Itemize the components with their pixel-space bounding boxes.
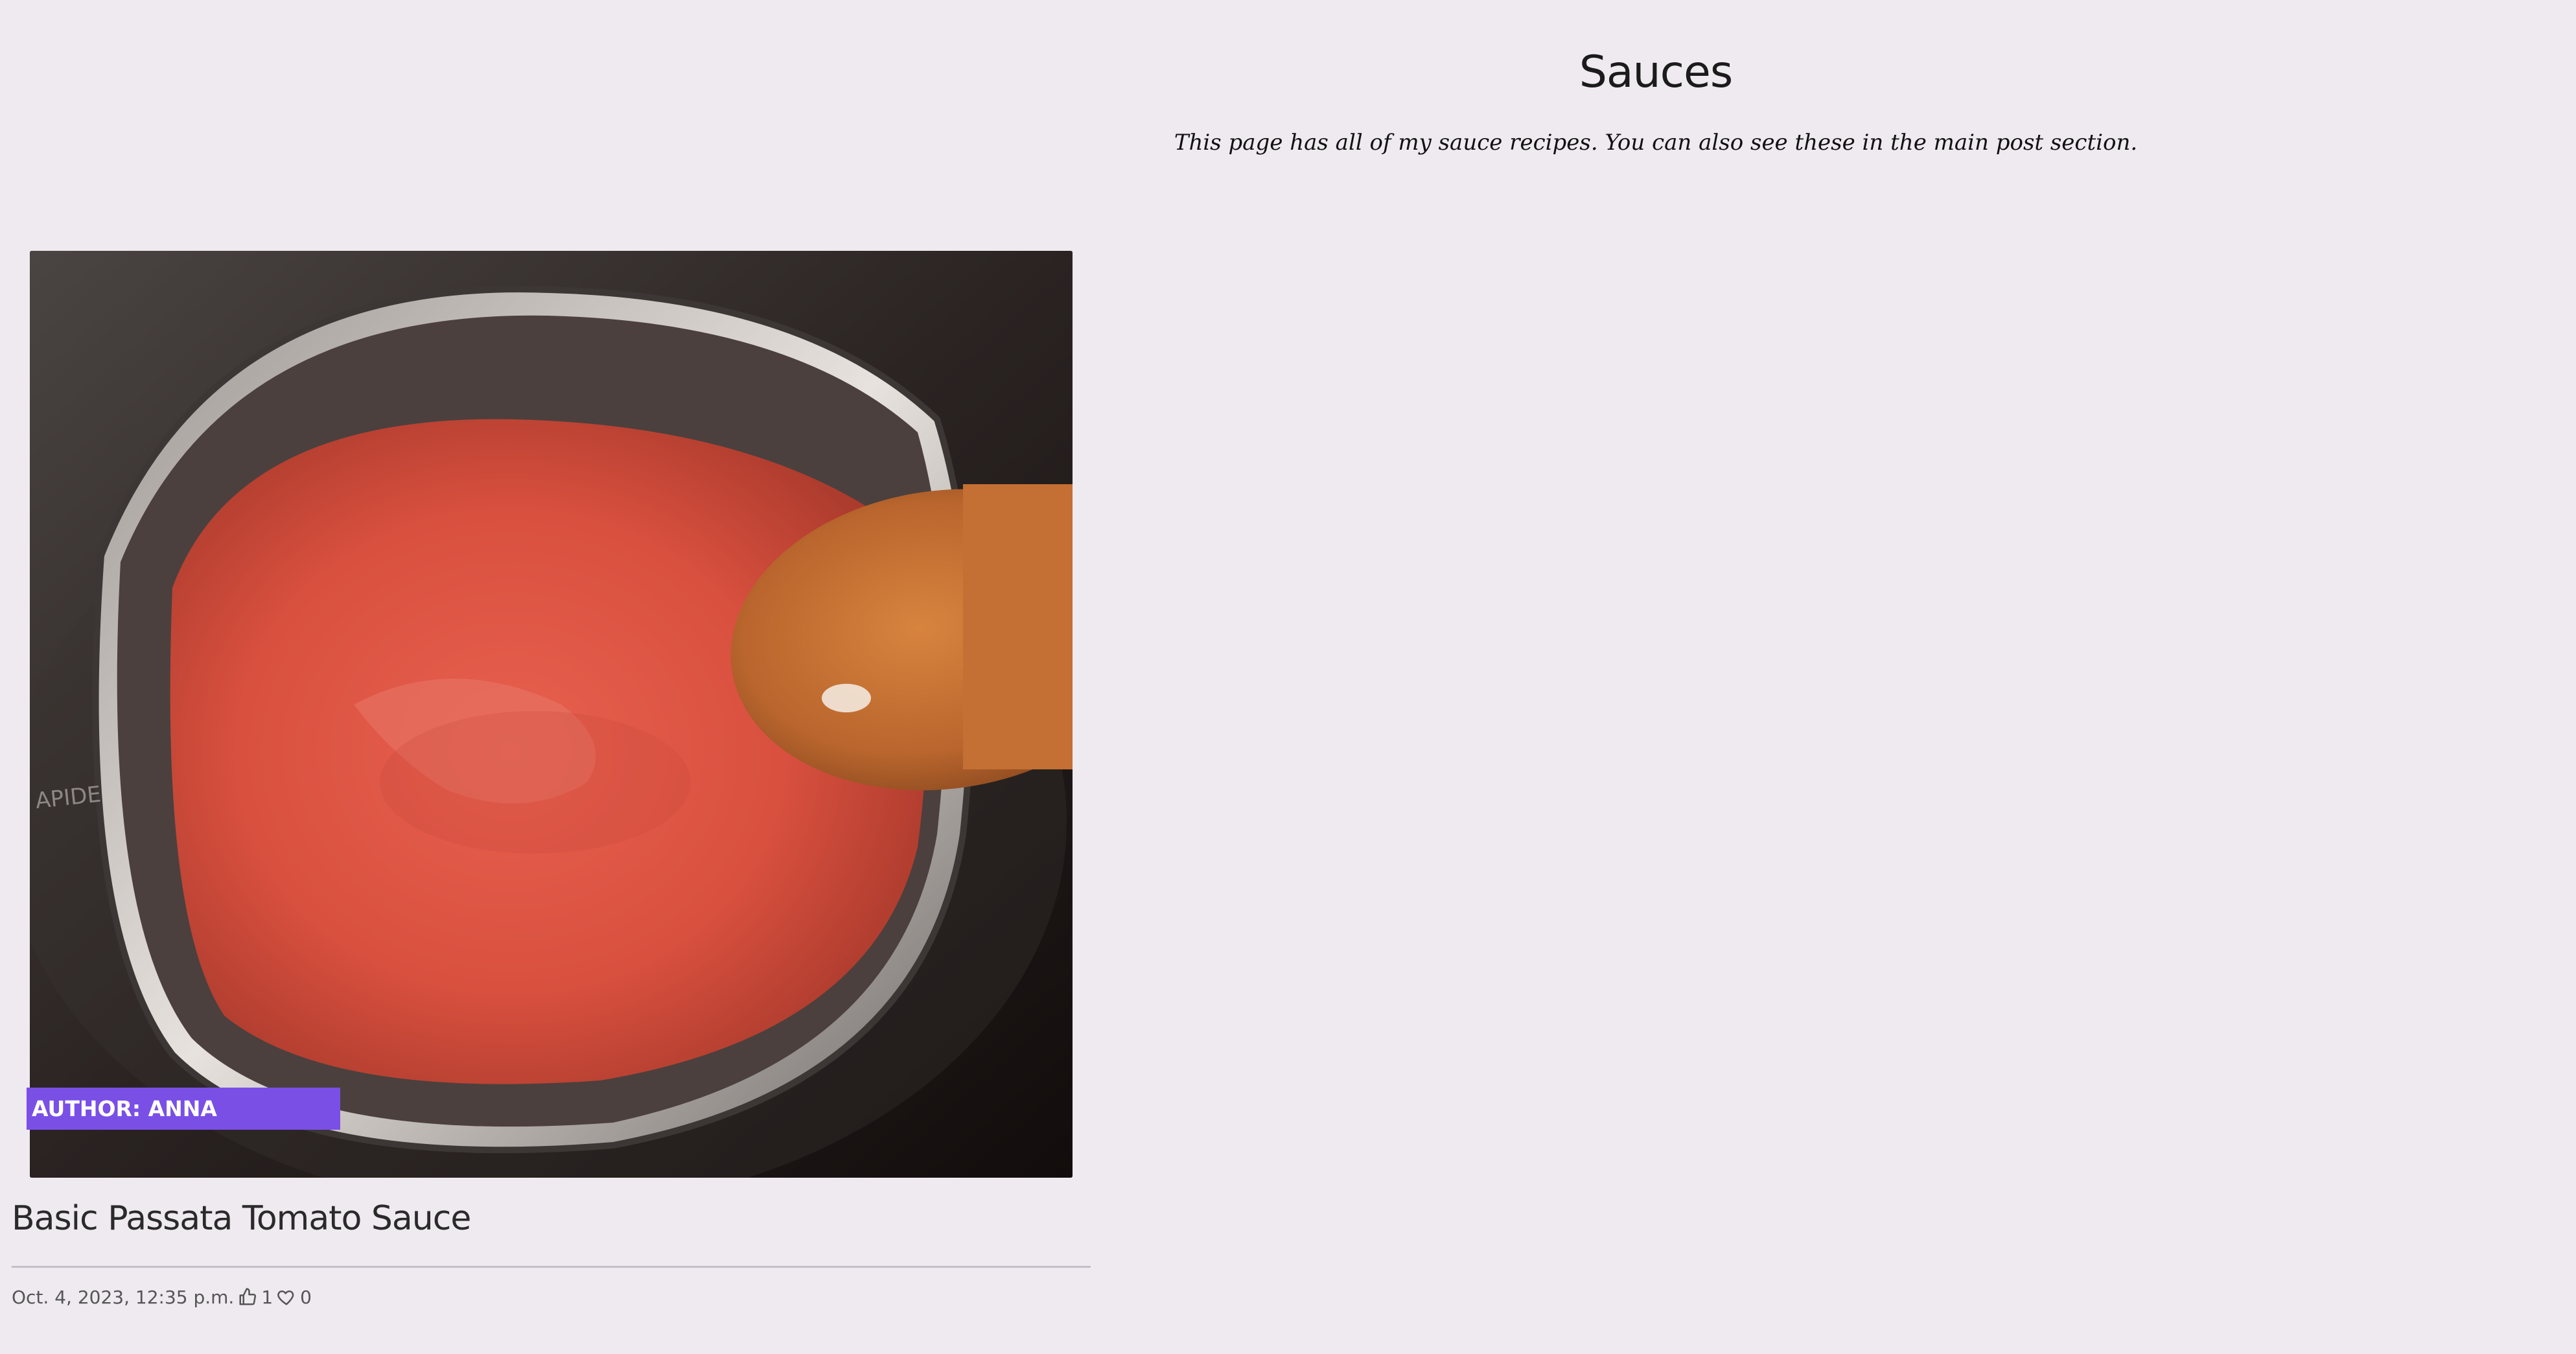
author-badge: AUTHOR: ANNA xyxy=(27,1088,340,1130)
sauce-photo: APIDE xyxy=(30,251,1073,1178)
favorite-count: 0 xyxy=(300,1286,312,1308)
page-description: This page has all of my sauce recipes. Y… xyxy=(1174,130,2138,156)
heart-icon[interactable] xyxy=(277,1287,296,1307)
page-title: Sauces xyxy=(1579,47,1734,98)
post-divider xyxy=(12,1266,1091,1268)
thumbs-up-icon[interactable] xyxy=(238,1287,257,1307)
like-count: 1 xyxy=(261,1286,273,1308)
post-image[interactable]: APIDE xyxy=(30,251,1073,1178)
post-meta: Oct. 4, 2023, 12:35 p.m. 1 0 xyxy=(12,1282,312,1312)
post-date: Oct. 4, 2023, 12:35 p.m. xyxy=(12,1286,235,1308)
post-title[interactable]: Basic Passata Tomato Sauce xyxy=(12,1193,471,1244)
